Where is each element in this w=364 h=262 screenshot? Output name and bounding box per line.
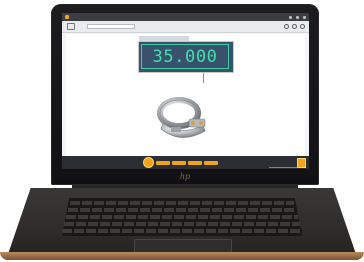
key-row [62,229,302,233]
measurement-panel: 35.000 [138,41,234,73]
app-toolbar [62,21,309,33]
touchpad [134,239,232,253]
toolbar-input[interactable] [87,24,135,29]
measurement-readout: 35.000 [141,44,229,69]
app-menubar [62,13,309,21]
maximize-icon[interactable] [296,15,299,19]
laptop-photo: 35.000 hp [0,0,364,262]
key-row [68,208,296,212]
close-icon[interactable] [303,15,306,19]
measure-button[interactable] [143,157,154,168]
control-button-3[interactable] [188,160,202,165]
laptop-base-edge [0,252,364,260]
control-button-4[interactable] [204,160,218,165]
minimize-icon[interactable] [289,15,292,19]
app-logo-icon [65,15,69,19]
run-button[interactable] [297,158,306,168]
key-row [66,215,298,219]
measurement-controls [138,157,218,168]
hp-logo: hp [179,172,191,181]
control-button-2[interactable] [172,160,186,165]
key-row [70,201,294,205]
toolbar-folder-icon[interactable] [67,23,75,30]
laptop-screen: 35.000 [62,13,309,169]
control-button-1[interactable] [156,160,170,165]
key-row [64,222,300,226]
refresh-icon[interactable] [284,24,289,29]
help-icon[interactable] [300,24,305,29]
part-image [151,83,216,148]
progress-indicator [269,166,297,168]
status-bar [62,156,309,169]
toolbar-right [284,24,305,29]
settings-icon[interactable] [292,24,297,29]
window-controls [289,15,306,19]
